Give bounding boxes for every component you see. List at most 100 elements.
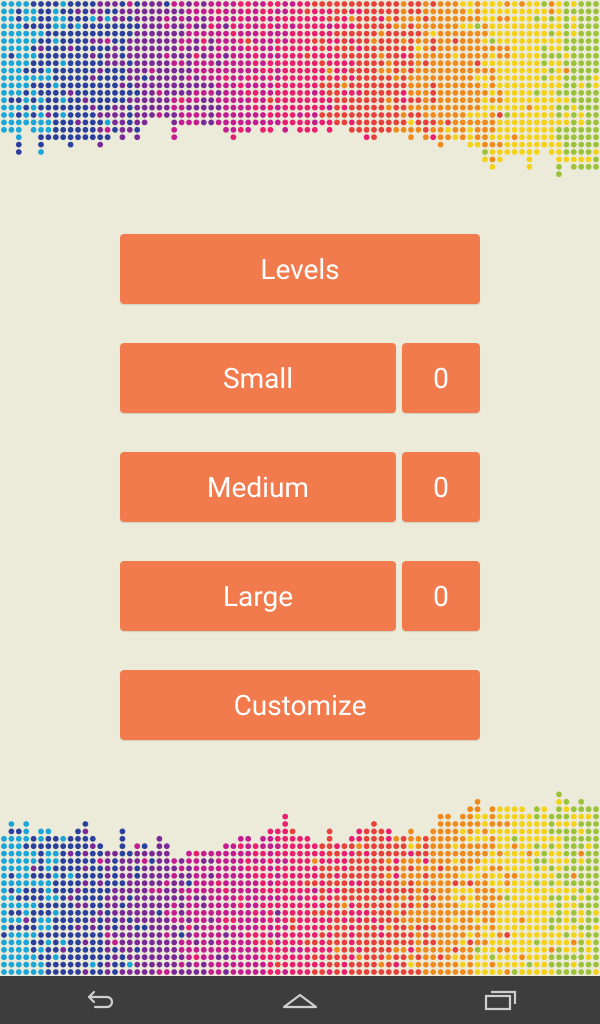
pattern-dot — [75, 89, 81, 96]
pattern-dot — [378, 895, 385, 901]
pattern-dot — [104, 60, 111, 67]
pattern-dot — [67, 895, 74, 901]
pattern-dot — [452, 872, 459, 879]
pattern-dot — [533, 850, 540, 857]
pattern-dot — [474, 924, 481, 931]
pattern-dot — [82, 902, 89, 909]
customize-button[interactable]: Customize — [120, 670, 480, 740]
home-button[interactable] — [260, 976, 340, 1024]
pattern-dot — [45, 1, 52, 7]
pattern-dot — [171, 104, 178, 111]
pattern-dot — [126, 872, 133, 879]
pattern-dot — [489, 82, 496, 89]
pattern-dot — [526, 15, 533, 22]
pattern-dot — [119, 23, 126, 30]
pattern-dot — [45, 939, 52, 946]
pattern-dot — [156, 954, 163, 961]
pattern-dot — [1, 917, 7, 924]
pattern-dot — [474, 858, 481, 864]
pattern-dot — [541, 119, 548, 126]
medium-button[interactable]: Medium — [120, 452, 396, 522]
pattern-dot — [297, 924, 303, 931]
pattern-dot — [8, 969, 15, 975]
pattern-dot — [511, 835, 518, 842]
pattern-dot — [393, 961, 400, 968]
pattern-dot — [156, 917, 163, 924]
pattern-dot — [171, 45, 178, 52]
pattern-dot — [112, 858, 118, 864]
pattern-dot — [585, 30, 592, 37]
pattern-dot — [326, 119, 333, 126]
pattern-dot — [245, 8, 252, 15]
pattern-dot — [15, 126, 22, 133]
pattern-dot — [593, 60, 599, 67]
pattern-dot — [319, 954, 326, 961]
pattern-dot — [237, 75, 244, 81]
pattern-dot — [38, 1, 44, 7]
pattern-dot — [570, 8, 577, 15]
pattern-dot — [163, 939, 170, 946]
pattern-dot — [260, 843, 266, 850]
pattern-dot — [348, 126, 355, 133]
pattern-dot — [415, 30, 422, 37]
pattern-dot — [45, 30, 52, 37]
large-button[interactable]: Large — [120, 561, 396, 631]
pattern-dot — [245, 902, 252, 909]
pattern-dot — [585, 52, 592, 59]
pattern-dot — [252, 858, 259, 864]
pattern-dot — [178, 895, 185, 901]
pattern-dot — [89, 97, 96, 104]
pattern-dot — [452, 23, 459, 30]
levels-button[interactable]: Levels — [120, 234, 480, 304]
pattern-dot — [541, 872, 548, 879]
pattern-dot — [511, 82, 518, 89]
pattern-dot — [585, 38, 592, 44]
pattern-dot — [178, 924, 185, 931]
pattern-dot — [289, 961, 296, 968]
pattern-dot — [356, 45, 363, 52]
pattern-dot — [541, 932, 548, 938]
pattern-dot — [8, 52, 15, 59]
pattern-dot — [341, 858, 348, 864]
pattern-dot — [511, 1, 518, 7]
pattern-dot — [230, 126, 237, 133]
pattern-dot — [282, 67, 289, 74]
large-count-button[interactable]: 0 — [402, 561, 480, 631]
pattern-dot — [97, 67, 104, 74]
pattern-dot — [208, 939, 215, 946]
pattern-dot — [245, 52, 252, 59]
small-button[interactable]: Small — [120, 343, 396, 413]
pattern-dot — [570, 89, 577, 96]
pattern-dot — [186, 60, 192, 67]
medium-count-button[interactable]: 0 — [402, 452, 480, 522]
pattern-dot — [208, 858, 215, 864]
pattern-dot — [119, 112, 126, 118]
back-button[interactable] — [60, 976, 140, 1024]
pattern-dot — [223, 850, 229, 857]
small-count-button[interactable]: 0 — [402, 343, 480, 413]
pattern-dot — [215, 60, 222, 67]
pattern-dot — [252, 887, 259, 894]
pattern-dot — [430, 104, 437, 111]
pattern-dot — [82, 67, 89, 74]
pattern-dot — [393, 850, 400, 857]
pattern-dot — [533, 813, 540, 820]
pattern-dot — [326, 104, 333, 111]
pattern-dot — [422, 843, 429, 850]
pattern-dot — [563, 850, 570, 857]
pattern-dot — [67, 52, 74, 59]
pattern-dot — [274, 112, 281, 118]
pattern-dot — [208, 902, 215, 909]
pattern-dot — [393, 946, 400, 953]
pattern-dot — [452, 119, 459, 126]
pattern-dot — [326, 52, 333, 59]
pattern-dot — [200, 1, 207, 7]
recent-apps-button[interactable] — [460, 976, 540, 1024]
pattern-dot — [474, 895, 481, 901]
pattern-dot — [75, 909, 81, 916]
pattern-dot — [60, 82, 67, 89]
pattern-dot — [326, 954, 333, 961]
pattern-dot — [496, 67, 503, 74]
pattern-dot — [186, 872, 192, 879]
pattern-dot — [178, 858, 185, 864]
